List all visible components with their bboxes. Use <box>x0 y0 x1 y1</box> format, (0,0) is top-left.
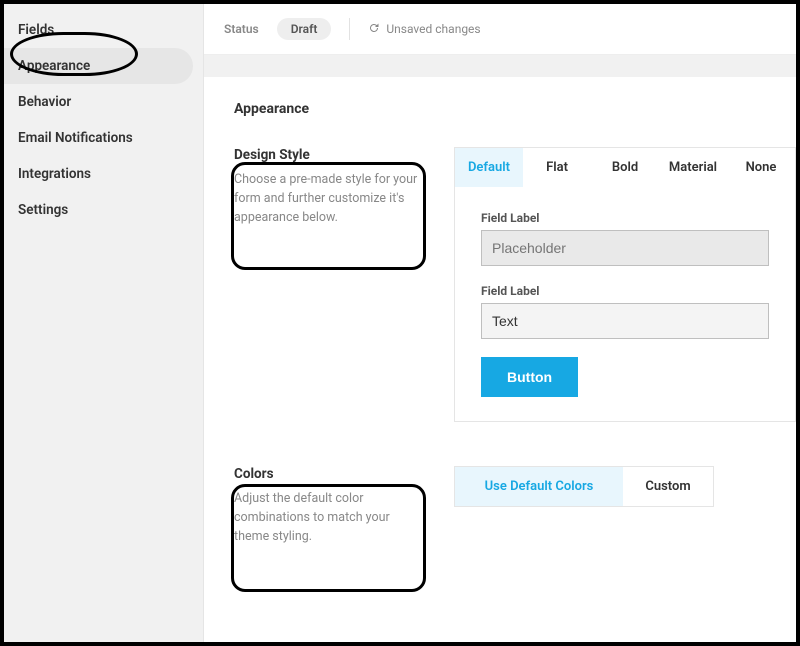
sidebar-item-settings[interactable]: Settings <box>4 192 203 228</box>
field-label-2: Field Label <box>481 284 769 298</box>
design-style-text: Choose a pre-made style for your form an… <box>234 171 424 227</box>
design-style-row: Design Style Choose a pre-made style for… <box>234 147 796 422</box>
content-panel: Appearance Design Style Choose a pre-mad… <box>204 77 796 642</box>
style-preview: Field Label Field Label Button <box>454 187 796 422</box>
unsaved-changes[interactable]: Unsaved changes <box>368 22 480 37</box>
field-label-1: Field Label <box>481 211 769 225</box>
sidebar-item-label: Settings <box>18 202 68 218</box>
design-style-body: Default Flat Bold Material None Field La… <box>454 147 796 422</box>
sidebar-item-label: Behavior <box>18 94 71 110</box>
status-bar: Status Draft Unsaved changes <box>204 4 796 55</box>
sidebar-item-label: Integrations <box>18 166 91 182</box>
sidebar: Fields Appearance Behavior Email Notific… <box>4 4 204 642</box>
placeholder-input[interactable] <box>481 230 769 266</box>
design-style-title: Design Style <box>234 147 424 163</box>
sidebar-item-appearance[interactable]: Appearance <box>4 48 193 84</box>
tab-flat[interactable]: Flat <box>523 148 591 187</box>
tab-use-default-colors[interactable]: Use Default Colors <box>455 467 623 506</box>
status-label: Status <box>224 22 259 36</box>
color-tabs: Use Default Colors Custom <box>454 466 714 507</box>
sidebar-item-email-notifications[interactable]: Email Notifications <box>4 120 203 156</box>
colors-title: Colors <box>234 466 424 482</box>
page-title: Appearance <box>234 101 796 117</box>
text-input[interactable] <box>481 303 769 339</box>
sidebar-item-label: Email Notifications <box>18 130 133 146</box>
tab-material[interactable]: Material <box>659 148 727 187</box>
style-tabs: Default Flat Bold Material None <box>454 147 796 187</box>
tab-bold[interactable]: Bold <box>591 148 659 187</box>
sidebar-item-label: Fields <box>18 22 54 38</box>
tab-none[interactable]: None <box>727 148 795 187</box>
unsaved-text: Unsaved changes <box>386 22 480 36</box>
design-style-desc: Design Style Choose a pre-made style for… <box>234 147 424 422</box>
separator <box>349 18 350 40</box>
colors-body: Use Default Colors Custom <box>454 466 796 546</box>
tab-custom-colors[interactable]: Custom <box>623 467 713 506</box>
sidebar-item-integrations[interactable]: Integrations <box>4 156 203 192</box>
main-area: Status Draft Unsaved changes Appearance … <box>204 4 796 642</box>
preview-button[interactable]: Button <box>481 357 578 397</box>
tab-default[interactable]: Default <box>455 148 523 187</box>
colors-text: Adjust the default color combinations to… <box>234 490 424 546</box>
sidebar-item-fields[interactable]: Fields <box>4 12 203 48</box>
sidebar-item-behavior[interactable]: Behavior <box>4 84 203 120</box>
refresh-icon <box>368 22 380 37</box>
sidebar-item-label: Appearance <box>18 58 90 74</box>
status-value-pill: Draft <box>277 18 332 40</box>
colors-row: Colors Adjust the default color combinat… <box>234 466 796 546</box>
colors-desc: Colors Adjust the default color combinat… <box>234 466 424 546</box>
